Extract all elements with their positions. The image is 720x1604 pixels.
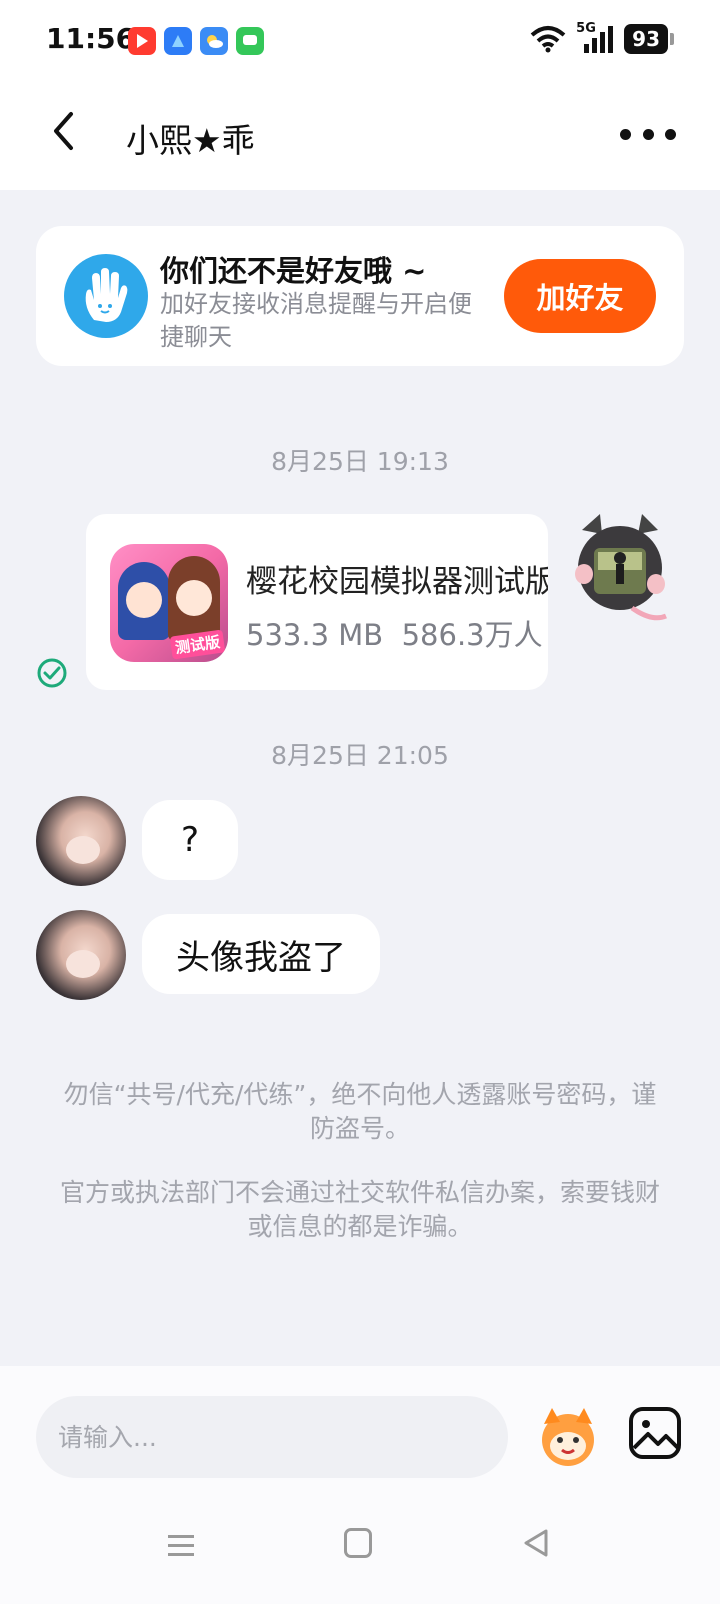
status-indicators: 5G 93 bbox=[530, 21, 674, 54]
status-time: 11:56 bbox=[46, 22, 136, 55]
message-timestamp: 8月25日 19:13 bbox=[271, 447, 449, 476]
system-nav-bar bbox=[0, 1500, 720, 1604]
message-timestamp: 8月25日 21:05 bbox=[271, 741, 449, 770]
signal-icon: 5G bbox=[576, 21, 614, 54]
not-friend-banner: 你们还不是好友哦 ~ 加好友接收消息提醒与开启便捷聊天 加好友 bbox=[36, 226, 684, 366]
back-triangle-icon[interactable] bbox=[522, 1528, 550, 1558]
more-options-button[interactable] bbox=[620, 116, 676, 152]
menu-icon[interactable] bbox=[166, 1530, 196, 1560]
video-app-icon bbox=[128, 27, 156, 55]
image-icon[interactable] bbox=[628, 1406, 682, 1460]
message-bubble[interactable]: 头像我盗了 bbox=[142, 914, 380, 994]
more-dots-icon bbox=[620, 128, 631, 140]
fraud-notice: 官方或执法部门不会通过社交软件私信办案，索要钱财或信息的都是诈骗。 bbox=[60, 1178, 661, 1241]
contact-avatar[interactable] bbox=[36, 796, 126, 886]
browser-app-icon bbox=[164, 27, 192, 55]
contact-avatar[interactable] bbox=[36, 910, 126, 1000]
app-name: 樱花校园模拟器测试版 bbox=[246, 564, 548, 600]
weather-app-icon bbox=[200, 27, 228, 55]
app-size: 533.3 MB bbox=[246, 618, 384, 652]
wifi-icon bbox=[530, 26, 566, 53]
wave-hand-icon bbox=[64, 254, 148, 338]
notification-icons bbox=[128, 27, 264, 55]
home-icon[interactable] bbox=[344, 1528, 372, 1558]
message-input[interactable] bbox=[58, 1422, 508, 1452]
my-avatar[interactable] bbox=[572, 512, 668, 632]
sticker-icon[interactable] bbox=[532, 1400, 604, 1472]
security-notice: 勿信“共号/代充/代练”，绝不向他人透露账号密码，谨防盗号。 bbox=[63, 1080, 657, 1143]
battery-indicator: 93 bbox=[624, 24, 674, 54]
message-bubble[interactable]: ? bbox=[142, 800, 238, 880]
sent-check-icon bbox=[37, 658, 67, 688]
app-downloads: 586.3万人 bbox=[401, 618, 543, 652]
back-button[interactable] bbox=[40, 108, 86, 154]
chevron-left-icon bbox=[54, 112, 73, 150]
status-bar: 11:56 5G 93 bbox=[0, 0, 720, 86]
banner-title: 你们还不是好友哦 ~ bbox=[160, 254, 427, 288]
messages-app-icon bbox=[236, 27, 264, 55]
banner-subtitle: 加好友接收消息提醒与开启便捷聊天 bbox=[160, 290, 472, 351]
add-friend-button[interactable]: 加好友 bbox=[504, 259, 656, 333]
chat-title: 小熙★乖 bbox=[126, 121, 255, 160]
message-input-box[interactable] bbox=[36, 1396, 508, 1478]
chat-header: 小熙★乖 bbox=[0, 86, 720, 190]
app-share-card[interactable]: 测试版 樱花校园模拟器测试版 533.3 MB 586.3万人 bbox=[86, 514, 548, 690]
game-app-icon: 测试版 bbox=[110, 544, 228, 662]
app-meta: 533.3 MB 586.3万人 bbox=[246, 612, 543, 654]
